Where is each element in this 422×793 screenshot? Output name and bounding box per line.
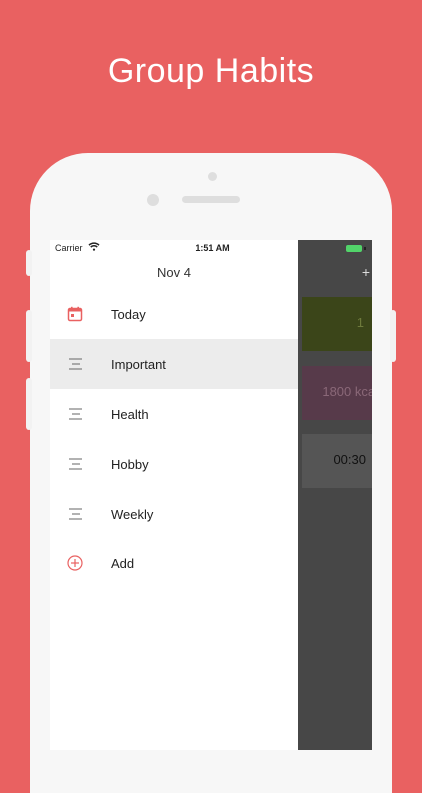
list-icon: [67, 456, 83, 472]
calendar-icon: [67, 306, 83, 322]
menu-item-hobby[interactable]: Hobby: [50, 439, 298, 489]
drawer-date-title: Nov 4: [157, 265, 191, 280]
menu-item-label: Hobby: [111, 456, 149, 472]
habit-card[interactable]: 1: [302, 297, 372, 351]
habit-card[interactable]: 00:30: [302, 434, 372, 488]
habit-card-value: 00:30: [333, 452, 366, 467]
list-icon: [67, 506, 83, 522]
menu-item-today[interactable]: Today: [50, 289, 298, 339]
side-drawer: Carrier 1:51 AM Nov 4 Today Important He…: [50, 240, 298, 750]
habit-card[interactable]: 1800 kcal: [302, 366, 372, 420]
earpiece-speaker: [182, 196, 240, 203]
status-time: 1:51 AM: [195, 243, 230, 253]
menu-item-health[interactable]: Health: [50, 389, 298, 439]
menu-item-weekly[interactable]: Weekly: [50, 489, 298, 539]
screen: + 1 1800 kcal 00:30 Carrier 1:51 AM Nov …: [50, 240, 372, 750]
list-icon: [67, 406, 83, 422]
headline: Group Habits: [107, 52, 315, 90]
menu-item-label: Add: [111, 555, 135, 571]
habit-card-value: 1: [356, 315, 364, 330]
phone-power-button: [390, 310, 396, 362]
habit-card-value: 1800 kcal: [322, 384, 372, 399]
menu-item-label: Health: [111, 406, 149, 422]
proximity-sensor: [147, 194, 159, 206]
phone-volume-up-button: [26, 310, 32, 362]
menu-item-add[interactable]: Add: [50, 538, 298, 588]
phone-volume-down-button: [26, 378, 32, 430]
menu-item-label: Today: [111, 306, 146, 322]
status-bar: Carrier 1:51 AM: [50, 240, 298, 256]
add-habit-button-partial[interactable]: +: [362, 264, 370, 280]
list-icon: [67, 356, 83, 372]
add-circle-icon: [67, 555, 83, 571]
menu-item-label: Weekly: [111, 506, 154, 522]
phone-side-button: [26, 250, 32, 276]
front-camera: [208, 172, 217, 181]
menu-item-label: Important: [111, 356, 166, 372]
menu-item-important[interactable]: Important: [50, 339, 298, 389]
